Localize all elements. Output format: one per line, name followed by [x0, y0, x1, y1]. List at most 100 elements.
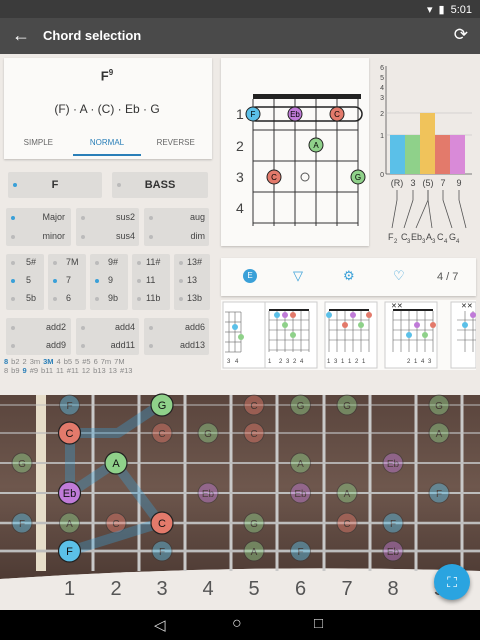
fingered-note-C[interactable]: C	[57, 421, 82, 445]
ext-9[interactable]: 9	[108, 275, 113, 285]
ghost-note[interactable]: G	[336, 394, 358, 416]
quality-dim[interactable]: dim	[190, 231, 205, 241]
ghost-note[interactable]: Eb	[382, 452, 404, 474]
ext-7M[interactable]: 7M	[66, 257, 79, 267]
ghost-note[interactable]: F	[11, 512, 33, 534]
bass-button[interactable]: BASS	[112, 172, 208, 198]
settings-icon[interactable]: ⚙	[343, 268, 355, 284]
add-group-6-13[interactable]: add6 add13	[144, 318, 209, 355]
svg-text:F: F	[66, 401, 72, 412]
back-arrow-icon[interactable]: ←	[12, 25, 30, 46]
ghost-note[interactable]: F	[290, 540, 311, 562]
svg-text:(R): (R)	[391, 178, 404, 188]
filter-icon[interactable]: ▽	[293, 268, 303, 284]
hist-bar-R	[390, 135, 405, 174]
ext-group-9[interactable]: 9# 9 9b	[90, 254, 128, 310]
add6[interactable]: add6	[185, 322, 205, 332]
ghost-note[interactable]: Eb	[382, 540, 404, 562]
svg-text:Eb: Eb	[294, 489, 307, 500]
quality-minor[interactable]: minor	[42, 231, 65, 241]
tab-simple[interactable]: SIMPLE	[4, 130, 73, 156]
fretboard[interactable]: FCGACGEbFCAEbFCGAEbFGACGEbFACFAG GCAEbCF…	[0, 383, 480, 610]
chord-diagram[interactable]: 1 2 3 4 F Eb C A C G	[221, 58, 369, 246]
svg-text:3: 3	[410, 178, 415, 188]
ext-11[interactable]: 11	[146, 275, 155, 285]
ext-9sharp[interactable]: 9#	[108, 257, 118, 267]
ghost-note[interactable]: F	[151, 540, 173, 562]
ghost-note[interactable]: G	[11, 452, 33, 474]
ghost-note[interactable]: G	[243, 512, 265, 534]
ext-group-13[interactable]: 13# 13 13b	[174, 254, 210, 310]
root-note-button[interactable]: F	[8, 172, 102, 198]
ghost-note[interactable]: A	[243, 540, 265, 562]
ext-5[interactable]: 5	[26, 275, 31, 285]
ext-13sharp[interactable]: 13#	[187, 257, 202, 267]
heart-icon[interactable]: ♡	[393, 268, 405, 284]
ext-9flat[interactable]: 9b	[108, 293, 118, 303]
fret-number-4: 4	[202, 578, 213, 600]
svg-text:A: A	[344, 489, 351, 500]
ext-7[interactable]: 7	[66, 275, 71, 285]
nav-recent-icon[interactable]: □	[314, 615, 323, 632]
add9[interactable]: add9	[46, 340, 66, 350]
thumbnail-4[interactable]: ✕✕ 2143	[384, 301, 438, 369]
add4[interactable]: add4	[115, 322, 135, 332]
add13[interactable]: add13	[180, 340, 205, 350]
fingered-note-F[interactable]: F	[57, 539, 82, 563]
ghost-note[interactable]: F	[428, 482, 450, 504]
ext-6[interactable]: 6	[66, 293, 71, 303]
ghost-note[interactable]: C	[151, 422, 173, 444]
fingered-note-G[interactable]: G	[150, 393, 174, 417]
ghost-note[interactable]: G	[290, 394, 311, 416]
ext-11flat[interactable]: 11b	[146, 293, 160, 303]
ext-13flat[interactable]: 13b	[187, 293, 202, 303]
thumbnail-2[interactable]: 12324	[264, 301, 318, 369]
ghost-note[interactable]: Eb	[197, 482, 219, 504]
fingered-note-Eb[interactable]: Eb	[57, 481, 82, 505]
nav-back-icon[interactable]: ◁	[154, 616, 166, 634]
quality-aug[interactable]: aug	[190, 212, 205, 222]
add-group-4-11[interactable]: add4 add11	[76, 318, 139, 355]
svg-text:A: A	[112, 458, 120, 470]
interval-row-1: 8 b2 2 3m 3M 4 b5 5 #5 6 7m 7M	[4, 357, 125, 366]
ext-group-11[interactable]: 11# 11 11b	[132, 254, 170, 310]
add-group-2-9[interactable]: add2 add9	[6, 318, 71, 355]
ghost-note[interactable]: F	[382, 512, 404, 534]
ghost-note[interactable]: A	[336, 482, 358, 504]
fingered-note-C[interactable]: C	[150, 511, 174, 535]
ghost-note[interactable]: C	[243, 394, 265, 416]
ghost-note[interactable]: A	[290, 452, 311, 474]
ghost-note[interactable]: F	[59, 394, 80, 416]
e-badge-icon[interactable]: E	[243, 269, 257, 283]
ghost-note[interactable]: A	[59, 512, 80, 534]
quality-sus2[interactable]: sus2	[116, 212, 135, 222]
tab-reverse[interactable]: REVERSE	[141, 130, 210, 156]
ext-group-7[interactable]: 7M 7 6	[48, 254, 86, 310]
quality-group-major-minor[interactable]: Major minor	[6, 208, 71, 246]
ghost-note[interactable]: Eb	[290, 482, 311, 504]
fingered-note-A[interactable]: A	[104, 451, 128, 475]
ghost-note[interactable]: G	[197, 422, 219, 444]
ext-11sharp[interactable]: 11#	[146, 257, 160, 267]
refresh-icon[interactable]: ⟳	[454, 25, 468, 45]
ghost-note[interactable]: A	[428, 422, 450, 444]
ext-13[interactable]: 13	[187, 275, 197, 285]
quality-sus4[interactable]: sus4	[116, 231, 135, 241]
thumbnail-5[interactable]: ✕✕	[450, 301, 477, 369]
svg-text:C: C	[158, 518, 166, 530]
quality-group-sus[interactable]: sus2 sus4	[76, 208, 139, 246]
quality-group-aug-dim[interactable]: aug dim	[144, 208, 209, 246]
tab-normal[interactable]: NORMAL	[72, 130, 142, 156]
ext-5flat[interactable]: 5b	[26, 293, 36, 303]
quality-major[interactable]: Major	[42, 212, 65, 222]
ghost-note[interactable]: C	[336, 512, 358, 534]
add11[interactable]: add11	[111, 340, 135, 350]
ext-group-5[interactable]: 5# 5 5b	[6, 254, 44, 310]
ghost-note[interactable]: G	[428, 394, 450, 416]
add2[interactable]: add2	[46, 322, 66, 332]
ghost-note[interactable]: C	[243, 422, 265, 444]
ext-5sharp[interactable]: 5#	[26, 257, 36, 267]
nav-home-icon[interactable]: ○	[232, 615, 242, 633]
thumbnail-3[interactable]: 131121	[324, 301, 378, 369]
fullscreen-button[interactable]: ⛶	[434, 564, 470, 600]
